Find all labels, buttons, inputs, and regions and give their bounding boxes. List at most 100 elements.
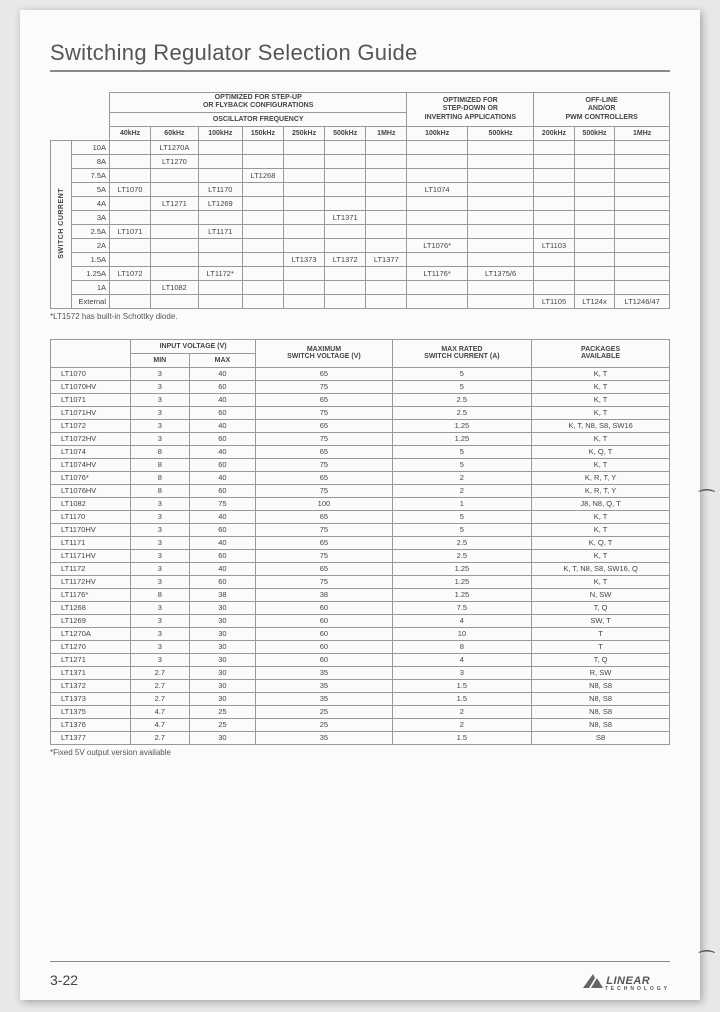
matrix-cell <box>467 182 533 196</box>
footnote-1: *LT1572 has built-in Schottky diode. <box>50 312 670 321</box>
table-row: LT10823751001J8, N8, Q, T <box>51 497 670 510</box>
matrix-cell: LT1074 <box>407 182 468 196</box>
table-row: LT1269330604SW, T <box>51 614 670 627</box>
table-row: LT1071340652.5K, T <box>51 393 670 406</box>
matrix-cell <box>534 210 574 224</box>
matrix-cell <box>574 196 615 210</box>
matrix-cell <box>242 294 283 308</box>
matrix-cell <box>242 210 283 224</box>
matrix-cell: LT1372 <box>325 252 366 266</box>
cell-max: 40 <box>189 445 256 458</box>
current-row-label: 4A <box>72 196 110 210</box>
cell-max: 40 <box>189 510 256 523</box>
table-row: LT13764.725252N8, S8 <box>51 718 670 731</box>
matrix-cell <box>242 252 283 266</box>
cell-max: 30 <box>189 666 256 679</box>
matrix-cell <box>534 196 574 210</box>
cell-min: 3 <box>131 523 190 536</box>
matrix-cell <box>242 196 283 210</box>
cell-sc: 2.5 <box>392 549 531 562</box>
matrix-cell <box>242 224 283 238</box>
cell-pkg: K, T <box>532 432 670 445</box>
part-number: LT1170 <box>51 510 131 523</box>
matrix-cell <box>407 140 468 154</box>
table-row: LT1171340652.5K, Q, T <box>51 536 670 549</box>
cell-sv: 75 <box>256 523 392 536</box>
part-number: LT1071HV <box>51 406 131 419</box>
cell-sc: 5 <box>392 458 531 471</box>
matrix-cell <box>242 154 283 168</box>
cell-max: 75 <box>189 497 256 510</box>
cell-sc: 2 <box>392 705 531 718</box>
current-row-label: External <box>72 294 110 308</box>
matrix-cell <box>242 280 283 294</box>
cell-min: 2.7 <box>131 666 190 679</box>
matrix-cell <box>110 238 151 252</box>
matrix-cell <box>407 224 468 238</box>
part-number: LT1082 <box>51 497 131 510</box>
cell-sv: 75 <box>256 549 392 562</box>
cell-min: 2.7 <box>131 692 190 705</box>
cell-pkg: K, Q, T <box>532 536 670 549</box>
cell-sc: 4 <box>392 653 531 666</box>
table-row: LT13732.730351.5N8, S8 <box>51 692 670 705</box>
matrix-cell <box>407 210 468 224</box>
cell-min: 8 <box>131 588 190 601</box>
matrix-cell <box>366 182 407 196</box>
table-row: LT1074840655K, Q, T <box>51 445 670 458</box>
matrix-cell <box>467 196 533 210</box>
matrix-cell <box>615 210 670 224</box>
cell-max: 60 <box>189 484 256 497</box>
cell-sc: 1.25 <box>392 588 531 601</box>
cell-sc: 2.5 <box>392 536 531 549</box>
current-row-label: 1A <box>72 280 110 294</box>
cell-sv: 75 <box>256 575 392 588</box>
matrix-cell <box>325 154 366 168</box>
table-row: LT1071HV360752.5K, T <box>51 406 670 419</box>
matrix-cell <box>110 168 151 182</box>
matrix-cell <box>325 224 366 238</box>
table-row: LT13722.730351.5N8, S8 <box>51 679 670 692</box>
part-number: LT1376 <box>51 718 131 731</box>
cell-pkg: K, T <box>532 367 670 380</box>
matrix-cell <box>574 238 615 252</box>
matrix-cell <box>467 140 533 154</box>
matrix-cell: LT1170 <box>198 182 242 196</box>
cell-sc: 5 <box>392 445 531 458</box>
freq-col: 250kHz <box>284 126 325 140</box>
current-row-label: 2A <box>72 238 110 252</box>
cell-min: 3 <box>131 419 190 432</box>
col-max: MAX <box>189 353 256 367</box>
matrix-cell <box>284 182 325 196</box>
matrix-cell <box>366 196 407 210</box>
matrix-cell <box>198 280 242 294</box>
part-number: LT1172 <box>51 562 131 575</box>
matrix-cell <box>574 266 615 280</box>
matrix-cell <box>325 182 366 196</box>
part-number: LT1176* <box>51 588 131 601</box>
matrix-cell <box>366 266 407 280</box>
freq-col: 150kHz <box>242 126 283 140</box>
matrix-cell: LT1377 <box>366 252 407 266</box>
cell-pkg: N8, S8 <box>532 692 670 705</box>
matrix-cell <box>284 168 325 182</box>
cell-max: 40 <box>189 471 256 484</box>
cell-sv: 100 <box>256 497 392 510</box>
cell-max: 30 <box>189 614 256 627</box>
cell-pkg: SW, T <box>532 614 670 627</box>
current-row-label: 5A <box>72 182 110 196</box>
matrix-cell <box>366 280 407 294</box>
matrix-cell <box>110 154 151 168</box>
matrix-cell <box>284 154 325 168</box>
matrix-cell <box>574 140 615 154</box>
page-curl-icon: ⁀ <box>700 951 714 972</box>
current-row-label: 2.5A <box>72 224 110 238</box>
cell-max: 30 <box>189 640 256 653</box>
col-part <box>51 339 131 367</box>
cell-sc: 1.5 <box>392 679 531 692</box>
matrix-cell <box>534 154 574 168</box>
cell-pkg: N, SW <box>532 588 670 601</box>
cell-max: 30 <box>189 679 256 692</box>
cell-pkg: K, T, N8, S8, SW16 <box>532 419 670 432</box>
cell-min: 3 <box>131 549 190 562</box>
